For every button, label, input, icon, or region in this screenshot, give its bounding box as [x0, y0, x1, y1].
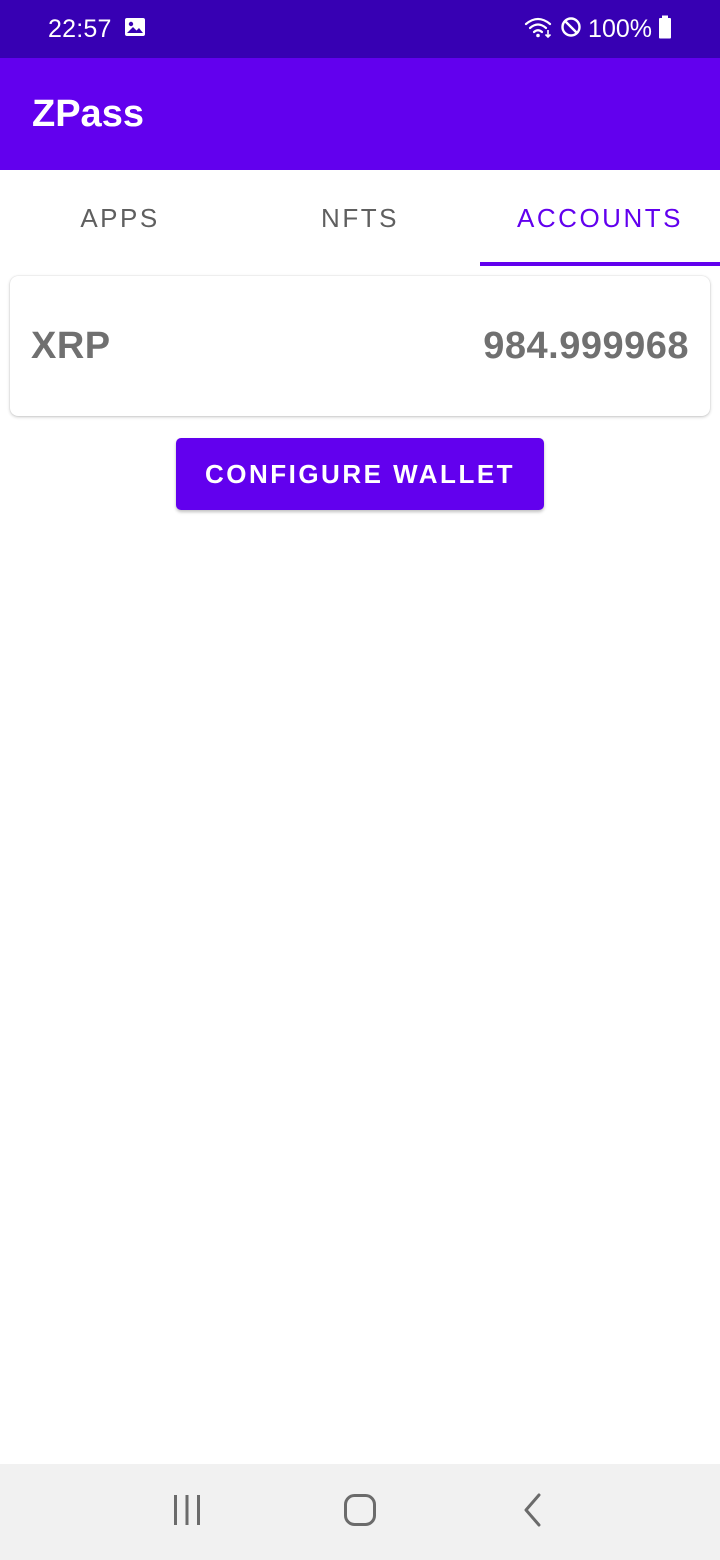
tab-accounts[interactable]: ACCOUNTS: [480, 170, 720, 266]
account-symbol: XRP: [31, 324, 111, 367]
back-button[interactable]: [493, 1472, 573, 1552]
battery-icon: [658, 15, 672, 44]
battery-percentage: 100%: [588, 14, 652, 43]
tab-bar: APPS NFTS ACCOUNTS: [0, 170, 720, 266]
tab-nfts[interactable]: NFTS: [240, 170, 480, 266]
image-icon: [124, 17, 146, 42]
app-title: ZPass: [32, 92, 144, 135]
status-bar: 22:57 100%: [0, 0, 720, 58]
configure-wallet-button[interactable]: CONFIGURE WALLET: [176, 438, 544, 510]
wifi-icon: [524, 15, 554, 44]
status-time: 22:57: [48, 14, 112, 43]
recents-button[interactable]: [147, 1472, 227, 1552]
recents-icon: [171, 1494, 203, 1531]
do-not-disturb-icon: [560, 16, 582, 43]
home-icon: [343, 1493, 377, 1532]
system-nav-bar: [0, 1464, 720, 1560]
tab-apps[interactable]: APPS: [0, 170, 240, 266]
app-bar: ZPass: [0, 58, 720, 170]
account-balance: 984.999968: [483, 324, 689, 367]
status-right: 100%: [524, 15, 672, 44]
back-icon: [521, 1493, 545, 1532]
status-left: 22:57: [48, 15, 146, 44]
home-button[interactable]: [320, 1472, 400, 1552]
account-card-xrp[interactable]: XRP 984.999968: [10, 276, 710, 416]
